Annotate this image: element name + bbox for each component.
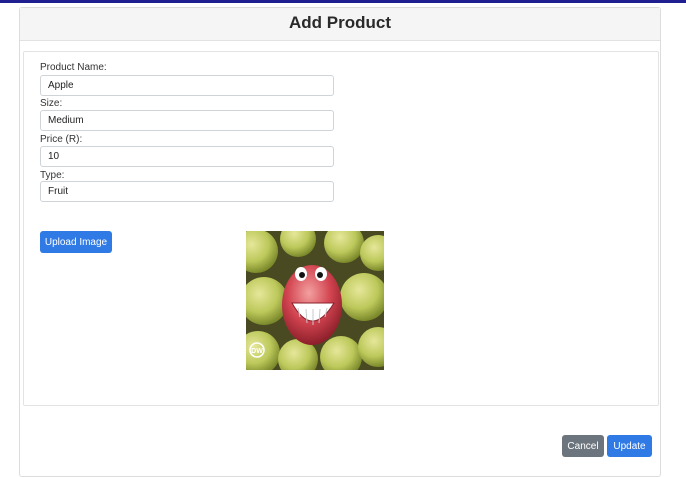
price-input[interactable] — [40, 146, 334, 167]
type-label: Type: — [40, 170, 65, 181]
product-form-card: Product Name: Size: Price (R): Type: Upl… — [23, 51, 659, 406]
size-input[interactable] — [40, 110, 334, 131]
size-label: Size: — [40, 98, 63, 109]
update-button[interactable]: Update — [607, 435, 652, 457]
modal-header: Add Product — [20, 8, 660, 41]
add-product-modal: Add Product Product Name: Size: Price (R… — [19, 7, 661, 477]
smiling-apple-image: DW — [246, 231, 384, 370]
price-label: Price (R): — [40, 134, 83, 145]
upload-image-button[interactable]: Upload Image — [40, 231, 112, 253]
modal-title: Add Product — [289, 13, 391, 32]
top-accent-bar — [0, 0, 686, 3]
cancel-button[interactable]: Cancel — [562, 435, 604, 457]
product-image: DW — [246, 231, 384, 370]
watermark-text: DW — [251, 348, 263, 355]
product-name-label: Product Name: — [40, 62, 107, 73]
product-name-input[interactable] — [40, 75, 334, 96]
type-input[interactable] — [40, 181, 334, 202]
